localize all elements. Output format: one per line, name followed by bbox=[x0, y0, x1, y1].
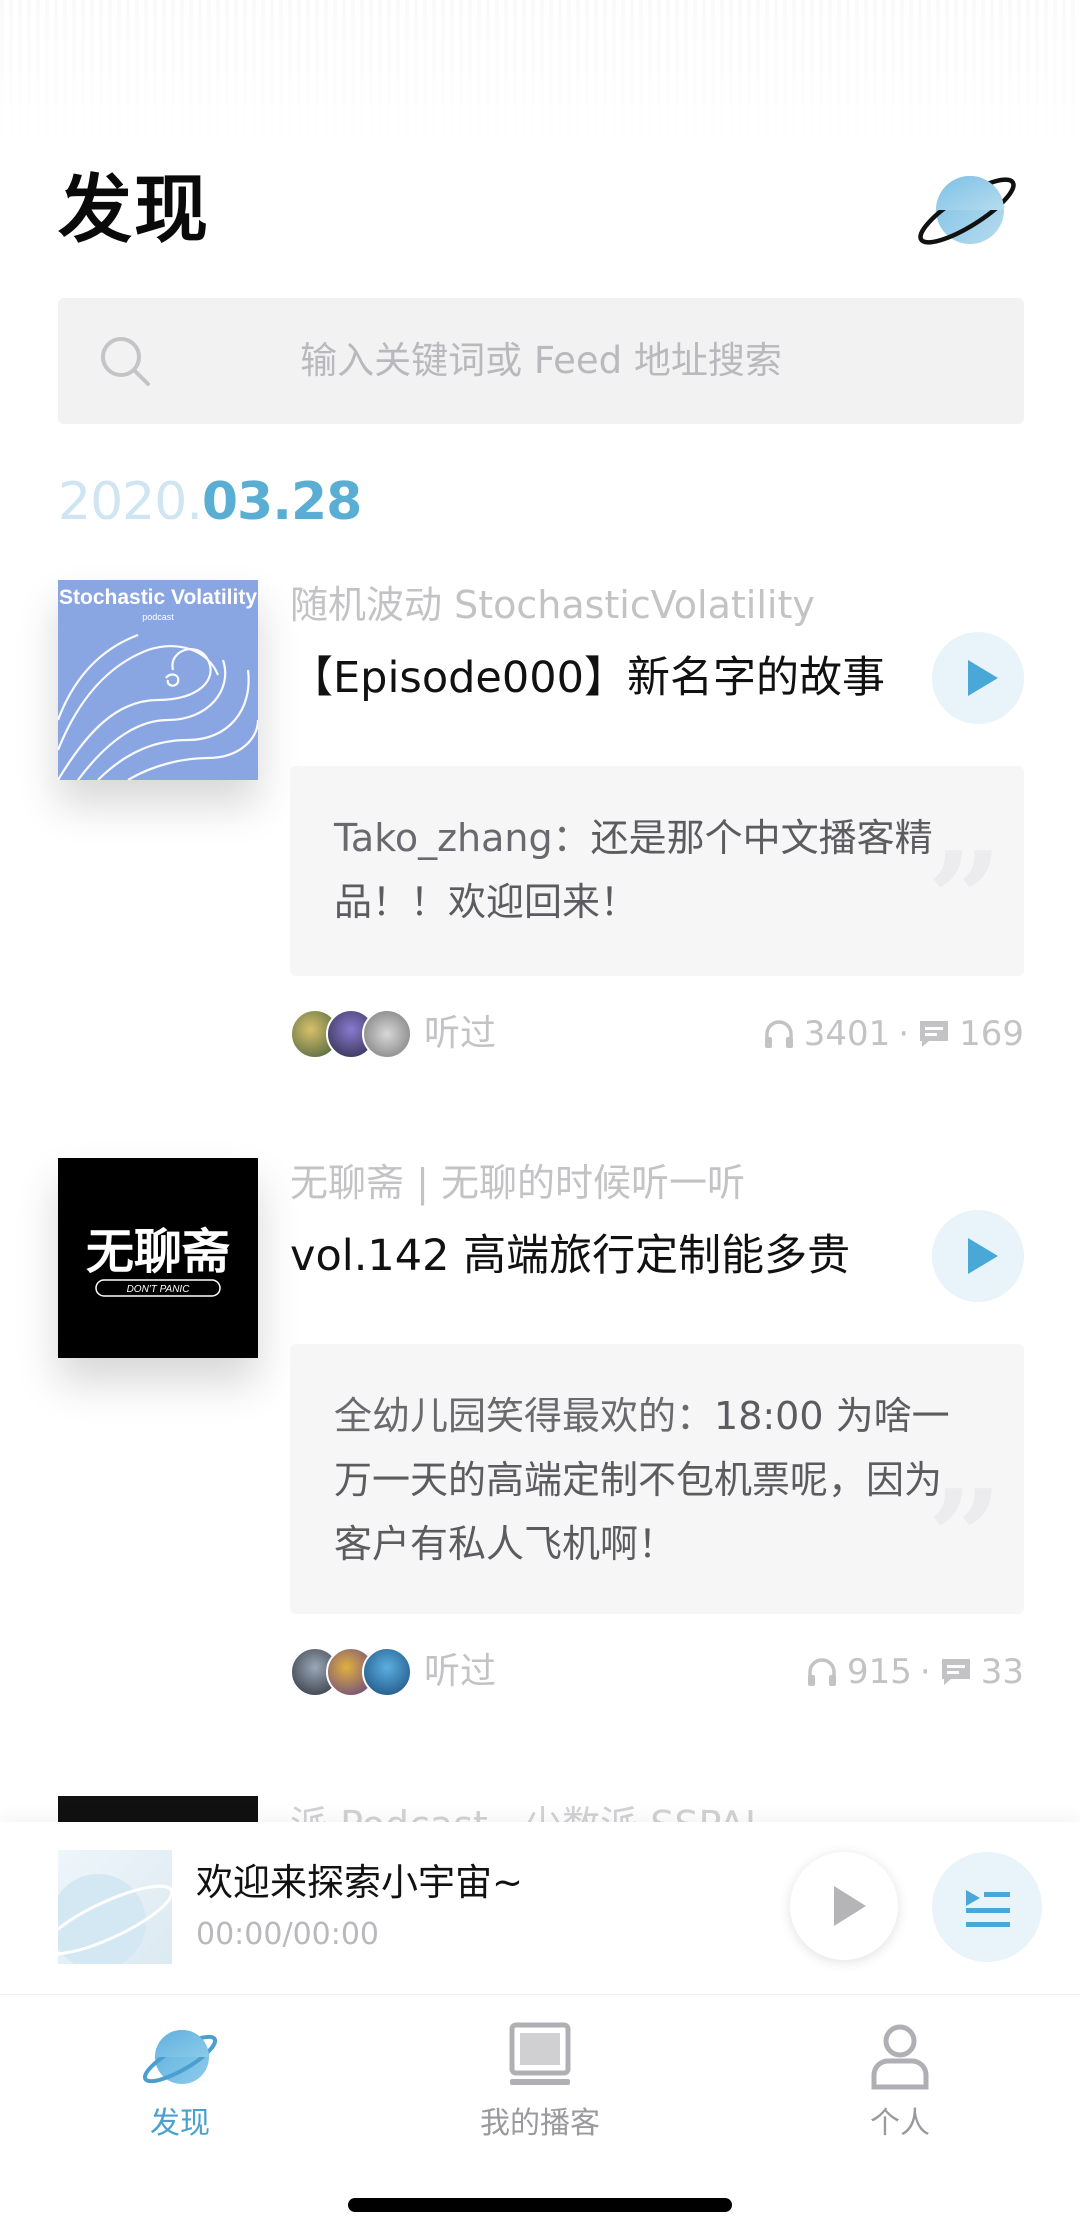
search-input[interactable]: 输入关键词或 Feed 地址搜索 bbox=[58, 298, 1024, 424]
player-title: 欢迎来探索小宇宙~ bbox=[196, 1861, 524, 1904]
player-time: 00:00/00:00 bbox=[196, 1917, 380, 1952]
listened-label: 听过 bbox=[424, 1651, 497, 1692]
episode-stats: 听过 3401 · 169 bbox=[290, 1006, 1024, 1062]
cover-title: Stochastic Volatility bbox=[59, 586, 257, 609]
listen-count: 3401 bbox=[803, 1014, 891, 1054]
headphones-icon bbox=[805, 1655, 839, 1689]
home-indicator[interactable] bbox=[348, 2198, 732, 2212]
comment-author: 全幼儿园笑得最欢的： bbox=[334, 1394, 715, 1438]
date-year: 2020. bbox=[58, 472, 203, 532]
feed-date: 2020.03.28 bbox=[58, 470, 362, 534]
avatar bbox=[362, 1009, 412, 1059]
bottom-tab-bar: 发现 我的播客 个人 bbox=[0, 1994, 1080, 2194]
cover-title: 无聊斋 bbox=[86, 1224, 230, 1280]
comment-text: 全幼儿园笑得最欢的：18:00 为啥一万一天的高端定制不包机票呢，因为客户有私人… bbox=[334, 1384, 974, 1576]
episode-counts: 3401 · 169 bbox=[762, 1006, 1024, 1062]
status-bar-area bbox=[0, 0, 1080, 150]
planet-icon[interactable] bbox=[912, 166, 1022, 256]
separator-dot: · bbox=[919, 1652, 931, 1692]
planet-icon bbox=[140, 2017, 220, 2097]
comment-count: 33 bbox=[980, 1652, 1024, 1692]
comment-author: Tako_zhang： bbox=[334, 816, 591, 860]
player-play-button[interactable] bbox=[790, 1852, 898, 1960]
comment-box[interactable]: Tako_zhang：还是那个中文播客精品！！欢迎回来！ ” bbox=[290, 766, 1024, 976]
play-button[interactable] bbox=[932, 1210, 1024, 1302]
listener-avatars[interactable] bbox=[290, 1647, 420, 1697]
comment-box[interactable]: 全幼儿园笑得最欢的：18:00 为啥一万一天的高端定制不包机票呢，因为客户有私人… bbox=[290, 1344, 1024, 1614]
quote-icon: ” bbox=[927, 1461, 1002, 1614]
cover-subtitle: DON'T PANIC bbox=[127, 1284, 191, 1295]
episode-title[interactable]: vol.142 高端旅行定制能多贵 bbox=[290, 1226, 850, 1286]
play-button[interactable] bbox=[932, 632, 1024, 724]
monitor-icon bbox=[500, 2017, 580, 2097]
playlist-icon[interactable] bbox=[932, 1852, 1042, 1962]
podcast-name[interactable]: 无聊斋 | 无聊的时候听一听 bbox=[290, 1158, 745, 1208]
podcast-cover[interactable]: Stochastic Volatility podcast bbox=[58, 580, 258, 780]
tab-profile[interactable]: 个人 bbox=[800, 2017, 1000, 2157]
tab-discover[interactable]: 发现 bbox=[80, 2017, 280, 2157]
headphones-icon bbox=[762, 1017, 796, 1051]
listener-avatars[interactable] bbox=[290, 1009, 420, 1059]
listened-label: 听过 bbox=[424, 1013, 497, 1054]
tab-label: 发现 bbox=[150, 2106, 210, 2141]
podcast-name[interactable]: 随机波动 StochasticVolatility bbox=[290, 580, 815, 630]
episode-counts: 915 · 33 bbox=[805, 1644, 1024, 1700]
quote-icon: ” bbox=[927, 823, 1002, 976]
player-artwork[interactable] bbox=[58, 1850, 172, 1964]
person-icon bbox=[860, 2017, 940, 2097]
comment-count: 169 bbox=[959, 1014, 1024, 1054]
separator-dot: · bbox=[898, 1014, 910, 1054]
avatar bbox=[362, 1647, 412, 1697]
tab-label: 我的播客 bbox=[480, 2106, 600, 2141]
tab-my-podcasts[interactable]: 我的播客 bbox=[440, 2017, 640, 2157]
mini-player[interactable]: 欢迎来探索小宇宙~ 00:00/00:00 bbox=[0, 1822, 1080, 1994]
episode-card: Stochastic Volatility podcast 随机波动 Stoch… bbox=[58, 580, 1024, 1060]
page-header: 发现 bbox=[58, 160, 1022, 260]
episode-title[interactable]: 【Episode000】新名字的故事 bbox=[290, 648, 885, 708]
episode-stats: 听过 915 · 33 bbox=[290, 1644, 1024, 1700]
podcast-cover[interactable]: 无聊斋 DON'T PANIC bbox=[58, 1158, 258, 1358]
date-month-day: 03.28 bbox=[201, 472, 362, 532]
comment-icon bbox=[917, 1017, 951, 1051]
cover-subtitle: podcast bbox=[142, 612, 174, 622]
comment-text: Tako_zhang：还是那个中文播客精品！！欢迎回来！ bbox=[334, 806, 974, 934]
episode-card: 无聊斋 DON'T PANIC 无聊斋 | 无聊的时候听一听 vol.142 高… bbox=[58, 1158, 1024, 1718]
comment-icon bbox=[939, 1655, 973, 1689]
search-bar[interactable]: 输入关键词或 Feed 地址搜索 bbox=[58, 298, 1024, 424]
listen-count: 915 bbox=[847, 1652, 912, 1692]
tab-label: 个人 bbox=[870, 2106, 930, 2141]
page-title: 发现 bbox=[58, 167, 210, 253]
